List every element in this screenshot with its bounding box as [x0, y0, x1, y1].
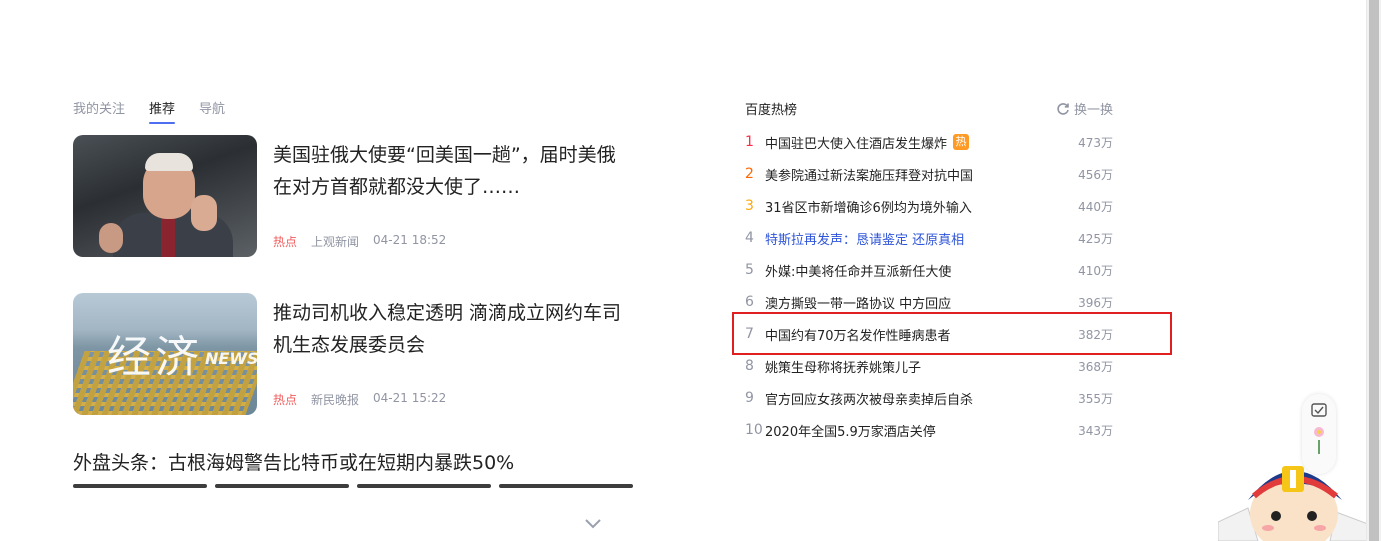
chevron-down-icon[interactable]: [584, 516, 602, 530]
news-meta: 热点 上观新闻 04-21 18:52: [273, 233, 446, 250]
scrollbar-thumb[interactable]: [1369, 0, 1379, 541]
hot-rank: 1: [745, 134, 754, 150]
hot-rank: 5: [745, 262, 754, 278]
hot-item[interactable]: 5 外媒:中美将任命并互派新任大使 410万: [745, 254, 1113, 286]
refresh-button[interactable]: 换一换: [1056, 99, 1113, 118]
hot-list-title: 百度热榜: [745, 103, 798, 118]
tab-following[interactable]: 我的关注: [73, 98, 125, 123]
hot-rank: 2: [745, 166, 754, 182]
hot-count: 368万: [1078, 359, 1113, 374]
hot-rank: 6: [745, 294, 754, 310]
news-title[interactable]: 美国驻俄大使要“回美国一趟”，届时美俄在对方首都就都没大使了……: [273, 139, 633, 203]
hot-item[interactable]: 1 中国驻巴大使入住酒店发生爆炸 热 473万: [745, 126, 1113, 158]
scrollbar[interactable]: [1366, 0, 1381, 541]
hot-text[interactable]: 中国驻巴大使入住酒店发生爆炸: [765, 133, 947, 152]
hot-count: 456万: [1078, 167, 1113, 182]
hot-text[interactable]: 2020年全国5.9万家酒店关停: [765, 421, 936, 440]
hot-rank: 9: [745, 390, 754, 406]
hot-count: 410万: [1078, 263, 1113, 278]
thumbnail-text-en: NEWS: [205, 349, 257, 368]
hot-count: 425万: [1078, 231, 1113, 246]
news-source: 上观新闻: [311, 235, 360, 249]
highlight-box: [732, 312, 1172, 355]
hot-rank: 8: [745, 358, 754, 374]
hot-tag: 热点: [273, 235, 298, 249]
news-card[interactable]: 美国驻俄大使要“回美国一趟”，届时美俄在对方首都就都没大使了…… 热点 上观新闻…: [73, 135, 633, 257]
hot-item[interactable]: 3 31省区市新增确诊6例均为境外输入 440万: [745, 190, 1113, 222]
thumbnail-text: 经济: [107, 332, 203, 383]
hot-text[interactable]: 31省区市新增确诊6例均为境外输入: [765, 197, 972, 216]
hot-rank: 3: [745, 198, 754, 214]
hot-text[interactable]: 特斯拉再发声：恳请鉴定 还原真相: [765, 229, 964, 248]
hot-text[interactable]: 美参院通过新法案施压拜登对抗中国: [765, 165, 973, 184]
hot-text[interactable]: 官方回应女孩两次被母亲卖掉后自杀: [765, 389, 973, 408]
hot-count: 343万: [1078, 423, 1113, 438]
hot-rank: 10: [745, 422, 763, 438]
hot-text[interactable]: 澳方撕毁一带一路协议 中方回应: [765, 293, 951, 312]
hot-item[interactable]: 2 美参院通过新法案施压拜登对抗中国 456万: [745, 158, 1113, 190]
hot-count: 440万: [1078, 199, 1113, 214]
hot-tag: 热点: [273, 393, 298, 407]
hot-count: 396万: [1078, 295, 1113, 310]
hot-list-header: 百度热榜 换一换: [745, 99, 1113, 118]
news-thumbnail[interactable]: [73, 135, 257, 257]
hot-item[interactable]: 10 2020年全国5.9万家酒店关停 343万: [745, 414, 1113, 446]
hot-item[interactable]: 9 官方回应女孩两次被母亲卖掉后自杀 355万: [745, 382, 1113, 414]
news-time: 04-21 15:22: [373, 391, 447, 405]
headline-text[interactable]: 外盘头条：古根海姆警告比特币或在短期内暴跌50%: [73, 448, 514, 475]
mascot-icon[interactable]: [1218, 452, 1368, 541]
hot-badge: 热: [953, 134, 970, 150]
tab-navigation[interactable]: 导航: [199, 98, 225, 123]
news-source: 新民晚报: [311, 393, 360, 407]
hot-text[interactable]: 姚策生母称将抚养姚策儿子: [765, 357, 921, 376]
hot-text[interactable]: 外媒:中美将任命并互派新任大使: [765, 261, 951, 280]
hot-count: 473万: [1078, 135, 1113, 150]
hot-item[interactable]: 4 特斯拉再发声：恳请鉴定 还原真相 425万: [745, 222, 1113, 254]
refresh-icon: [1057, 102, 1069, 115]
news-title[interactable]: 推动司机收入稳定透明 滴滴成立网约车司机生态发展委员会: [273, 297, 633, 361]
news-thumbnail[interactable]: 经济 NEWS: [73, 293, 257, 415]
feed-tabs: 我的关注 推荐 导航: [73, 98, 225, 124]
hot-rank: 4: [745, 230, 754, 246]
hot-count: 355万: [1078, 391, 1113, 406]
tab-recommended[interactable]: 推荐: [149, 98, 176, 124]
hot-list: 1 中国驻巴大使入住酒店发生爆炸 热 473万 2 美参院通过新法案施压拜登对抗…: [745, 126, 1113, 446]
image-strip[interactable]: [73, 484, 633, 488]
refresh-label: 换一换: [1073, 103, 1113, 118]
news-time: 04-21 18:52: [373, 233, 447, 247]
news-card[interactable]: 经济 NEWS 推动司机收入稳定透明 滴滴成立网约车司机生态发展委员会 热点 新…: [73, 293, 633, 415]
news-meta: 热点 新民晚报 04-21 15:22: [273, 391, 446, 408]
